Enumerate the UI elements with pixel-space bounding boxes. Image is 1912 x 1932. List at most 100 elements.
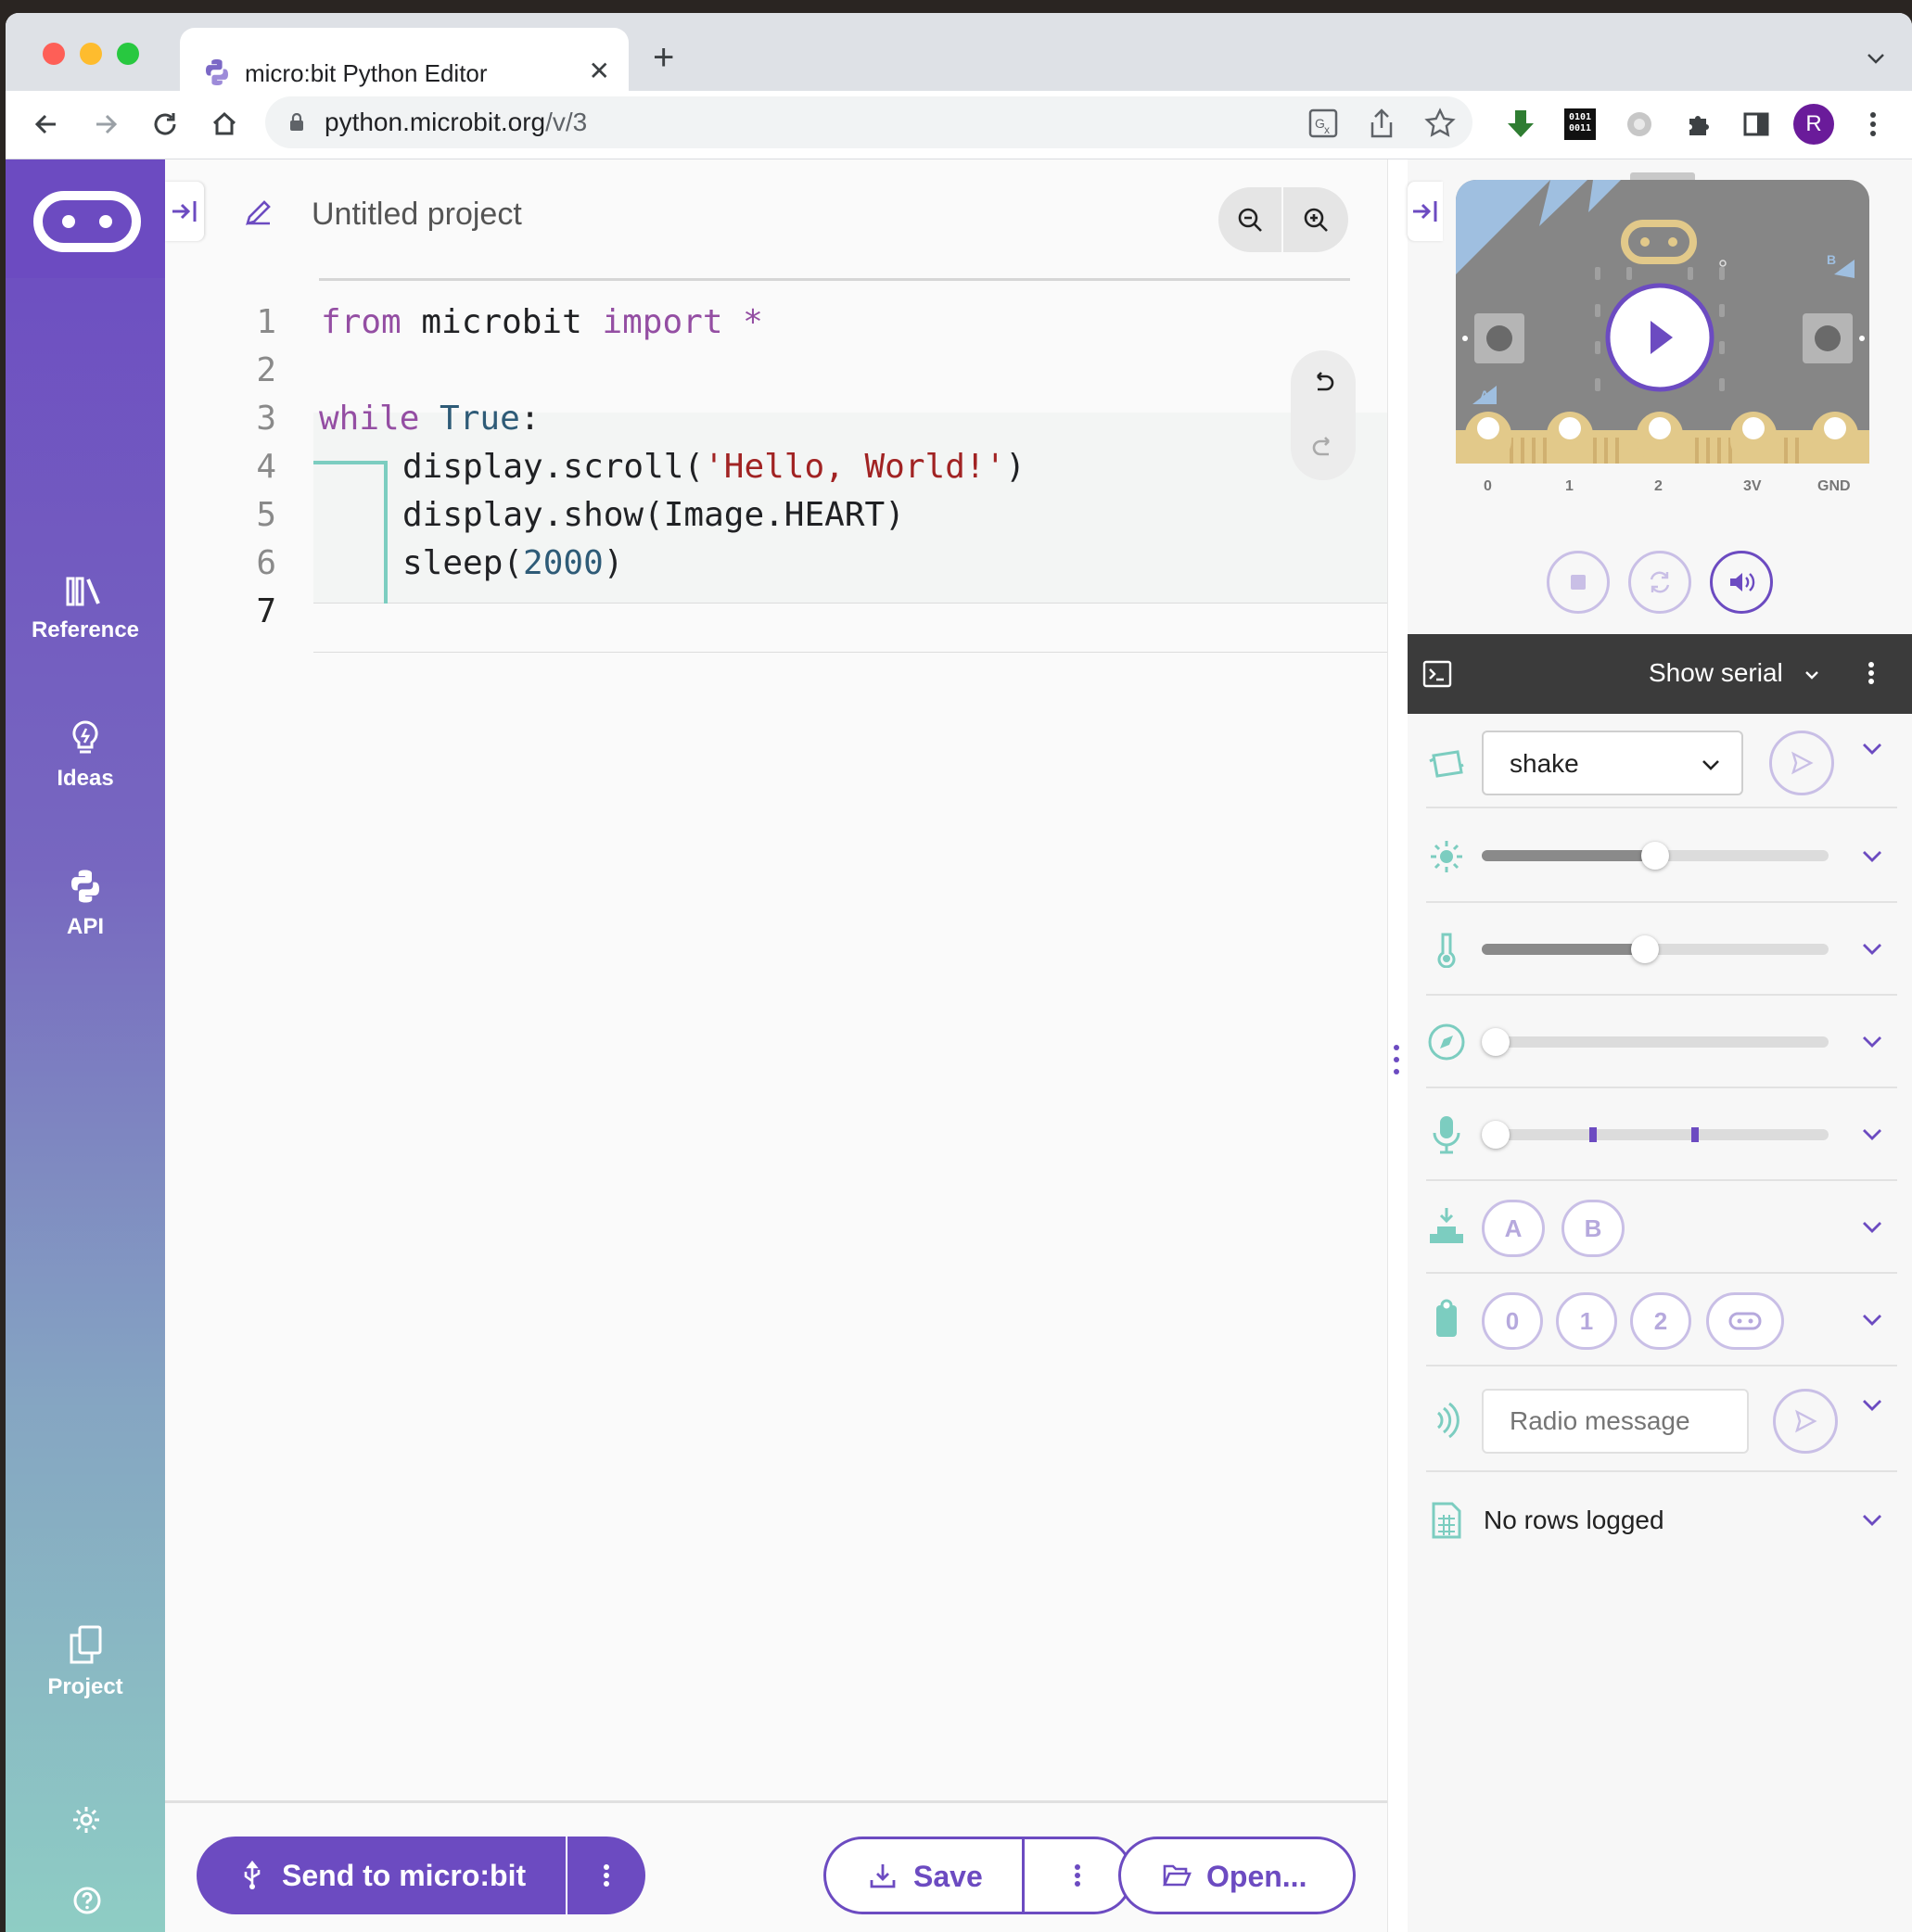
slider-thumb[interactable] — [1482, 1121, 1510, 1149]
microbit-board[interactable] — [1454, 172, 1871, 506]
bookmark-star-icon[interactable] — [1424, 108, 1456, 139]
gesture-select[interactable]: shake — [1482, 731, 1743, 795]
redo-button[interactable] — [1291, 415, 1356, 480]
sidebar-item-reference[interactable]: Reference — [6, 575, 165, 643]
send-options-button[interactable] — [567, 1837, 645, 1914]
code-line: 5 display.show(Image.HEART) — [165, 491, 1387, 540]
panel-resizer[interactable] — [1387, 159, 1408, 1932]
download-extension-button[interactable] — [1500, 104, 1541, 145]
edit-pencil-icon[interactable] — [243, 197, 274, 228]
stop-button[interactable] — [1547, 551, 1610, 614]
project-title[interactable]: Untitled project — [312, 197, 522, 233]
home-button[interactable] — [204, 104, 245, 145]
pin-2-button[interactable]: 2 — [1630, 1292, 1691, 1350]
microbit-logo[interactable] — [6, 159, 165, 278]
show-serial-button[interactable]: Show serial — [1649, 658, 1820, 688]
sound-slider[interactable] — [1482, 1121, 1829, 1149]
address-bar[interactable]: python.microbit.org/v/3 Gx — [265, 96, 1472, 148]
download-icon — [870, 1864, 896, 1888]
minimize-window-button[interactable] — [80, 43, 102, 65]
collapse-arrow-icon — [1413, 201, 1437, 222]
temperature-slider[interactable] — [1482, 935, 1829, 963]
chevron-down-icon[interactable] — [1858, 1506, 1886, 1533]
sidebar-item-api[interactable]: API — [6, 868, 165, 940]
zoom-in-icon — [1304, 208, 1328, 232]
open-button[interactable]: Open... — [1118, 1837, 1356, 1914]
sound-button[interactable] — [1710, 551, 1773, 614]
compass-row — [1426, 996, 1897, 1088]
binary-extension-button[interactable]: 0101 0011 — [1560, 104, 1600, 145]
undo-icon — [1317, 372, 1334, 391]
logo-touch-button[interactable] — [1706, 1292, 1784, 1350]
redo-icon — [1312, 437, 1330, 456]
collapse-simulator-button[interactable] — [1408, 182, 1443, 241]
zoom-in-button[interactable] — [1283, 187, 1348, 252]
side-panel-icon — [1743, 112, 1769, 136]
chevron-down-icon[interactable] — [1858, 1305, 1886, 1333]
threshold-marker-low[interactable] — [1589, 1127, 1597, 1142]
button-a[interactable]: A — [1482, 1200, 1545, 1257]
collapse-sidebar-button[interactable] — [165, 182, 204, 241]
new-tab-button[interactable]: + — [653, 39, 674, 76]
side-panel-button[interactable] — [1736, 104, 1777, 145]
share-icon[interactable] — [1367, 108, 1396, 139]
serial-menu-icon[interactable] — [1867, 660, 1875, 686]
slider-thumb[interactable] — [1641, 842, 1669, 870]
grey-extension-button[interactable] — [1619, 104, 1660, 145]
undo-button[interactable] — [1291, 350, 1356, 415]
chevron-down-icon[interactable] — [1858, 1027, 1886, 1055]
save-options-button[interactable] — [1025, 1839, 1130, 1912]
tab-search-chevron-icon[interactable] — [1866, 48, 1886, 69]
save-button[interactable]: Save — [823, 1837, 1133, 1914]
chevron-down-icon[interactable] — [1858, 734, 1886, 762]
chevron-down-icon[interactable] — [1858, 1391, 1886, 1418]
radio-message-input[interactable] — [1482, 1389, 1749, 1454]
data-log-status: No rows logged — [1484, 1506, 1664, 1534]
line-number: 5 — [256, 496, 276, 534]
url-path: /v/3 — [545, 108, 588, 136]
send-icon — [1795, 1409, 1817, 1433]
chevron-down-icon[interactable] — [1858, 934, 1886, 962]
forward-button[interactable] — [85, 104, 126, 145]
microphone-icon — [1426, 1114, 1467, 1155]
send-gesture-button[interactable] — [1769, 731, 1834, 795]
compass-slider[interactable] — [1482, 1028, 1829, 1056]
reload-button[interactable] — [145, 104, 185, 145]
button-b[interactable]: B — [1561, 1200, 1625, 1257]
profile-avatar-button[interactable]: R — [1793, 104, 1834, 145]
light-slider[interactable] — [1482, 842, 1829, 870]
tab-close-icon[interactable]: ✕ — [589, 56, 610, 86]
slider-thumb[interactable] — [1482, 1028, 1510, 1056]
extensions-button[interactable] — [1678, 104, 1719, 145]
sidebar-item-project[interactable]: Project — [6, 1624, 165, 1700]
send-to-microbit-button[interactable]: Send to micro:bit — [197, 1837, 645, 1914]
pin-1-button[interactable]: 1 — [1556, 1292, 1617, 1350]
translate-icon[interactable]: Gx — [1307, 108, 1339, 139]
pin-label: 3V — [1743, 478, 1762, 494]
chevron-down-icon[interactable] — [1858, 1120, 1886, 1148]
maximize-window-button[interactable] — [117, 43, 139, 65]
terminal-icon — [1422, 660, 1452, 688]
help-icon[interactable] — [72, 1886, 102, 1915]
reset-icon — [1650, 571, 1670, 593]
chevron-down-icon[interactable] — [1858, 842, 1886, 870]
back-button[interactable] — [26, 104, 67, 145]
files-icon — [70, 1625, 102, 1664]
python-icon — [71, 870, 99, 903]
line-number: 7 — [256, 592, 276, 630]
reset-button[interactable] — [1628, 551, 1691, 614]
close-window-button[interactable] — [43, 43, 65, 65]
sidebar-item-ideas[interactable]: Ideas — [6, 719, 165, 792]
send-radio-button[interactable] — [1773, 1389, 1838, 1454]
pin-0-button[interactable]: 0 — [1482, 1292, 1543, 1350]
slider-thumb[interactable] — [1630, 935, 1659, 963]
microbit-logo-icon — [1728, 1312, 1762, 1330]
settings-gear-icon[interactable] — [70, 1804, 102, 1836]
url-text[interactable]: python.microbit.org/v/3 — [325, 108, 587, 137]
zoom-out-button[interactable] — [1218, 187, 1283, 252]
threshold-marker-high[interactable] — [1691, 1127, 1699, 1142]
browser-menu-button[interactable] — [1853, 104, 1893, 145]
chevron-down-icon[interactable] — [1858, 1213, 1886, 1240]
chevron-down-icon — [1702, 760, 1719, 770]
line-number: 6 — [256, 544, 276, 582]
